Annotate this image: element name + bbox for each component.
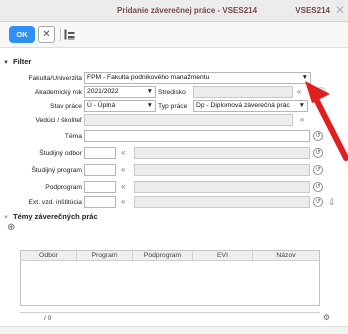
stav-prace-value: Ú - Úplná bbox=[87, 102, 116, 109]
double-left-arrow-icon[interactable]: « bbox=[300, 115, 304, 125]
studijny-odbor-label: Študijný odbor bbox=[39, 150, 82, 157]
double-left-arrow-icon[interactable]: « bbox=[121, 165, 125, 175]
table-header: Odbor Program Podprogram EVI Názov bbox=[21, 251, 319, 261]
tema-input[interactable] bbox=[84, 130, 310, 142]
filter-title: Filter bbox=[13, 57, 32, 66]
window-titlebar: Pridanie záverečnej práce - VSES214 VSES… bbox=[0, 0, 348, 22]
double-left-arrow-icon[interactable]: « bbox=[297, 87, 301, 97]
double-left-arrow-icon[interactable]: « bbox=[121, 182, 125, 192]
double-left-arrow-icon[interactable]: « bbox=[121, 197, 125, 207]
column-header-odbor[interactable]: Odbor bbox=[21, 251, 77, 261]
stredisko-label: Stredisko bbox=[158, 89, 186, 96]
ok-button[interactable]: OK bbox=[9, 26, 35, 43]
akad-rok-select[interactable]: 2021/2022 ▼ bbox=[84, 86, 156, 98]
fakulta-label: Fakulta/Univerzita bbox=[28, 75, 82, 82]
window-code: VSES214 bbox=[295, 6, 330, 15]
veduci-label: Vedúci / školiteľ bbox=[35, 117, 82, 124]
toolbar-divider bbox=[60, 28, 61, 41]
fakulta-select[interactable]: FPM - Fakulta podnikového manažmentu ▼ bbox=[84, 72, 311, 84]
studijny-odbor-name-field[interactable] bbox=[134, 147, 310, 159]
double-left-arrow-icon[interactable]: « bbox=[121, 148, 125, 158]
podprogram-name-field[interactable] bbox=[134, 181, 310, 193]
ext-institucia-label: Ext. vzd. inštitúcia bbox=[28, 199, 82, 206]
akad-rok-label: Akademický rok bbox=[34, 89, 82, 96]
collapse-triangle-icon[interactable]: ▼ bbox=[3, 60, 13, 66]
filter-section-header[interactable]: ▼ Filter bbox=[0, 57, 31, 69]
column-header-program[interactable]: Program bbox=[77, 251, 133, 261]
column-header-evi[interactable]: EVI bbox=[193, 251, 253, 261]
arrow-down-icon[interactable]: ⇩ bbox=[328, 197, 336, 207]
chevron-down-icon: ▼ bbox=[298, 102, 305, 109]
status-strip bbox=[0, 326, 348, 334]
clear-icon[interactable]: ↺ bbox=[313, 197, 323, 207]
chevron-down-icon: ▼ bbox=[146, 88, 153, 95]
gear-icon[interactable]: ⚙ bbox=[323, 313, 330, 322]
temy-table: Odbor Program Podprogram EVI Názov bbox=[20, 250, 320, 306]
zoom-in-icon[interactable]: ⊕ bbox=[7, 223, 15, 233]
studijny-odbor-code-input[interactable] bbox=[84, 147, 116, 159]
column-header-nazov[interactable]: Názov bbox=[253, 251, 319, 261]
cancel-button[interactable]: ✕ bbox=[38, 26, 55, 43]
ext-institucia-name-field[interactable] bbox=[134, 196, 310, 208]
toolbar: OK ✕ bbox=[0, 22, 348, 48]
clear-icon[interactable]: ↺ bbox=[316, 87, 326, 97]
column-header-podprogram[interactable]: Podprogram bbox=[133, 251, 193, 261]
typ-prace-select[interactable]: Dp - Diplomová záverečná prác ▼ bbox=[193, 100, 308, 112]
clear-icon[interactable]: ↺ bbox=[313, 131, 323, 141]
window-close-icon[interactable]: ✕ bbox=[335, 3, 345, 17]
temy-title: Témy záverečných prác bbox=[13, 212, 98, 221]
typ-prace-value: Dp - Diplomová záverečná prác bbox=[196, 102, 290, 109]
akad-rok-value: 2021/2022 bbox=[87, 88, 119, 95]
typ-prace-label: Typ práce bbox=[158, 103, 188, 110]
table-settings-icon[interactable] bbox=[64, 29, 75, 40]
studijny-program-name-field[interactable] bbox=[134, 164, 310, 176]
stav-prace-select[interactable]: Ú - Úplná ▼ bbox=[84, 100, 156, 112]
clear-icon[interactable]: ↺ bbox=[313, 165, 323, 175]
chevron-down-icon: ▼ bbox=[146, 102, 153, 109]
veduci-field[interactable] bbox=[84, 114, 293, 126]
ext-institucia-code-input[interactable] bbox=[84, 196, 116, 208]
fakulta-value: FPM - Fakulta podnikového manažmentu bbox=[87, 74, 210, 81]
podprogram-label: Podprogram bbox=[45, 184, 82, 191]
studijny-program-label: Študijný program bbox=[31, 167, 82, 174]
window-title: Pridanie záverečnej práce - VSES214 bbox=[117, 6, 258, 15]
studijny-program-code-input[interactable] bbox=[84, 164, 116, 176]
stredisko-field[interactable] bbox=[193, 86, 293, 98]
stav-prace-label: Stav práce bbox=[50, 103, 82, 110]
tema-label: Téma bbox=[64, 133, 82, 140]
table-pager: / 0 ⚙ bbox=[20, 312, 330, 324]
podprogram-code-input[interactable] bbox=[84, 181, 116, 193]
clear-icon[interactable]: ↺ bbox=[313, 148, 323, 158]
page-indicator: / 0 bbox=[44, 315, 52, 322]
chevron-down-icon: ▼ bbox=[301, 74, 308, 81]
collapse-triangle-icon[interactable]: ▼ bbox=[3, 215, 13, 221]
clear-icon[interactable]: ↺ bbox=[313, 182, 323, 192]
